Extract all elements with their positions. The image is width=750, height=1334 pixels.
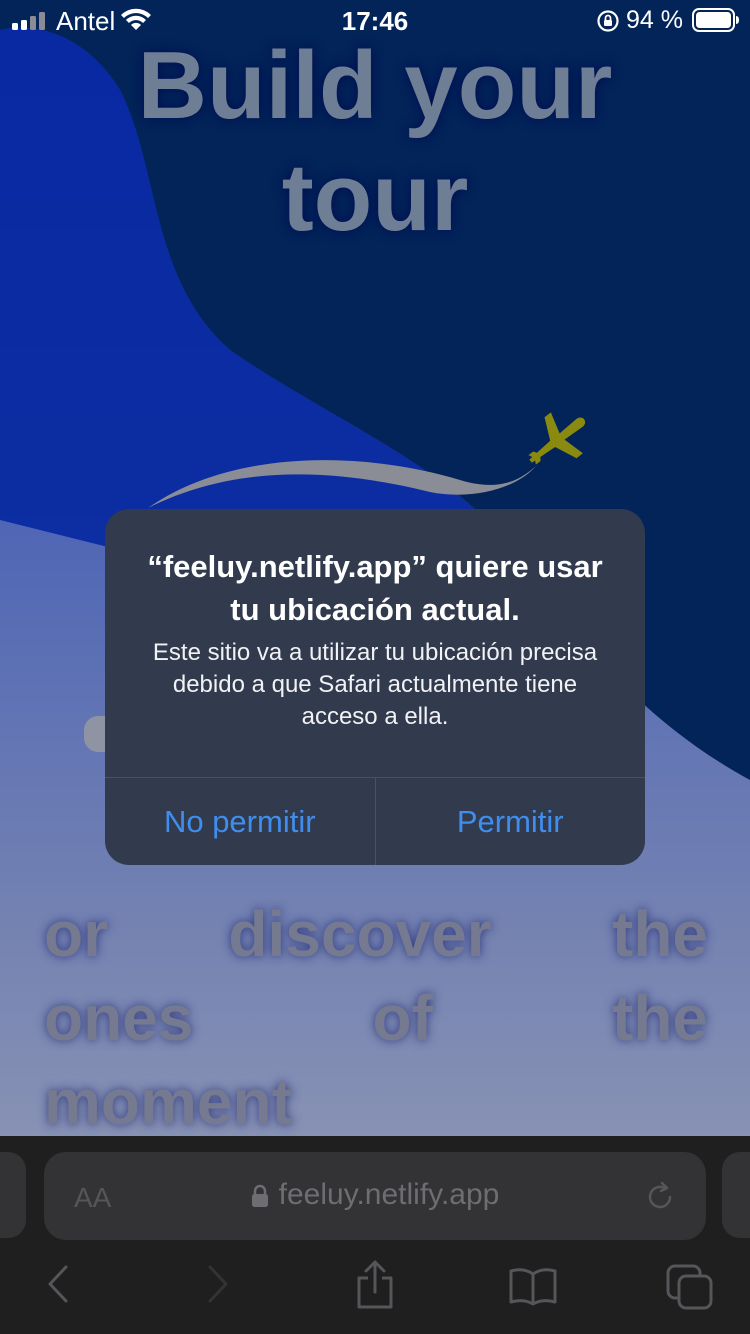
deny-button[interactable]: No permitir (105, 778, 375, 865)
dialog-title: “feeluy.netlify.app” quiere usar tu ubic… (147, 549, 603, 627)
safari-toolbar: AA feeluy.netlify.app (0, 1136, 750, 1334)
forward-chevron-icon[interactable] (206, 1264, 230, 1304)
address-bar[interactable]: AA feeluy.netlify.app (44, 1152, 706, 1240)
subtitle-word: of (372, 982, 433, 1054)
hero-title-line2: tour (281, 144, 469, 251)
hero-title-line1: Build your (137, 32, 613, 139)
dialog-actions: No permitir Permitir (105, 777, 645, 865)
tabs-icon[interactable] (666, 1264, 714, 1310)
allow-button[interactable]: Permitir (374, 778, 646, 865)
url-display[interactable]: feeluy.netlify.app (44, 1178, 706, 1212)
navigation-toolbar (0, 1260, 750, 1324)
previous-tab-peek[interactable] (0, 1152, 26, 1238)
url-text: feeluy.netlify.app (278, 1178, 500, 1211)
bookmarks-icon[interactable] (508, 1266, 558, 1306)
next-tab-peek[interactable] (722, 1152, 750, 1238)
status-bar: Antel 17:46 94 % (0, 0, 750, 40)
battery-percentage: 94 % (626, 6, 683, 34)
subtitle-word: moment (44, 1066, 293, 1138)
rotation-lock-icon (597, 10, 619, 32)
subtitle-word: or (44, 898, 108, 970)
hero-subtitle: or discover the ones of the moment (44, 892, 708, 1144)
back-chevron-icon[interactable] (46, 1264, 70, 1304)
reload-icon[interactable] (644, 1180, 678, 1214)
subtitle-word: the (612, 898, 708, 970)
share-icon[interactable] (354, 1260, 396, 1310)
dialog-message: Este sitio va a utilizar tu ubicación pr… (152, 639, 598, 730)
subtitle-word: ones (44, 982, 194, 1054)
battery-icon (692, 8, 739, 32)
airplane-icon (528, 412, 586, 465)
subtitle-word: discover (228, 898, 492, 970)
subtitle-word: the (612, 982, 708, 1054)
hero-title: Build your tour (0, 30, 750, 254)
location-permission-dialog: “feeluy.netlify.app” quiere usar tu ubic… (105, 509, 645, 865)
padlock-icon (251, 1184, 268, 1208)
